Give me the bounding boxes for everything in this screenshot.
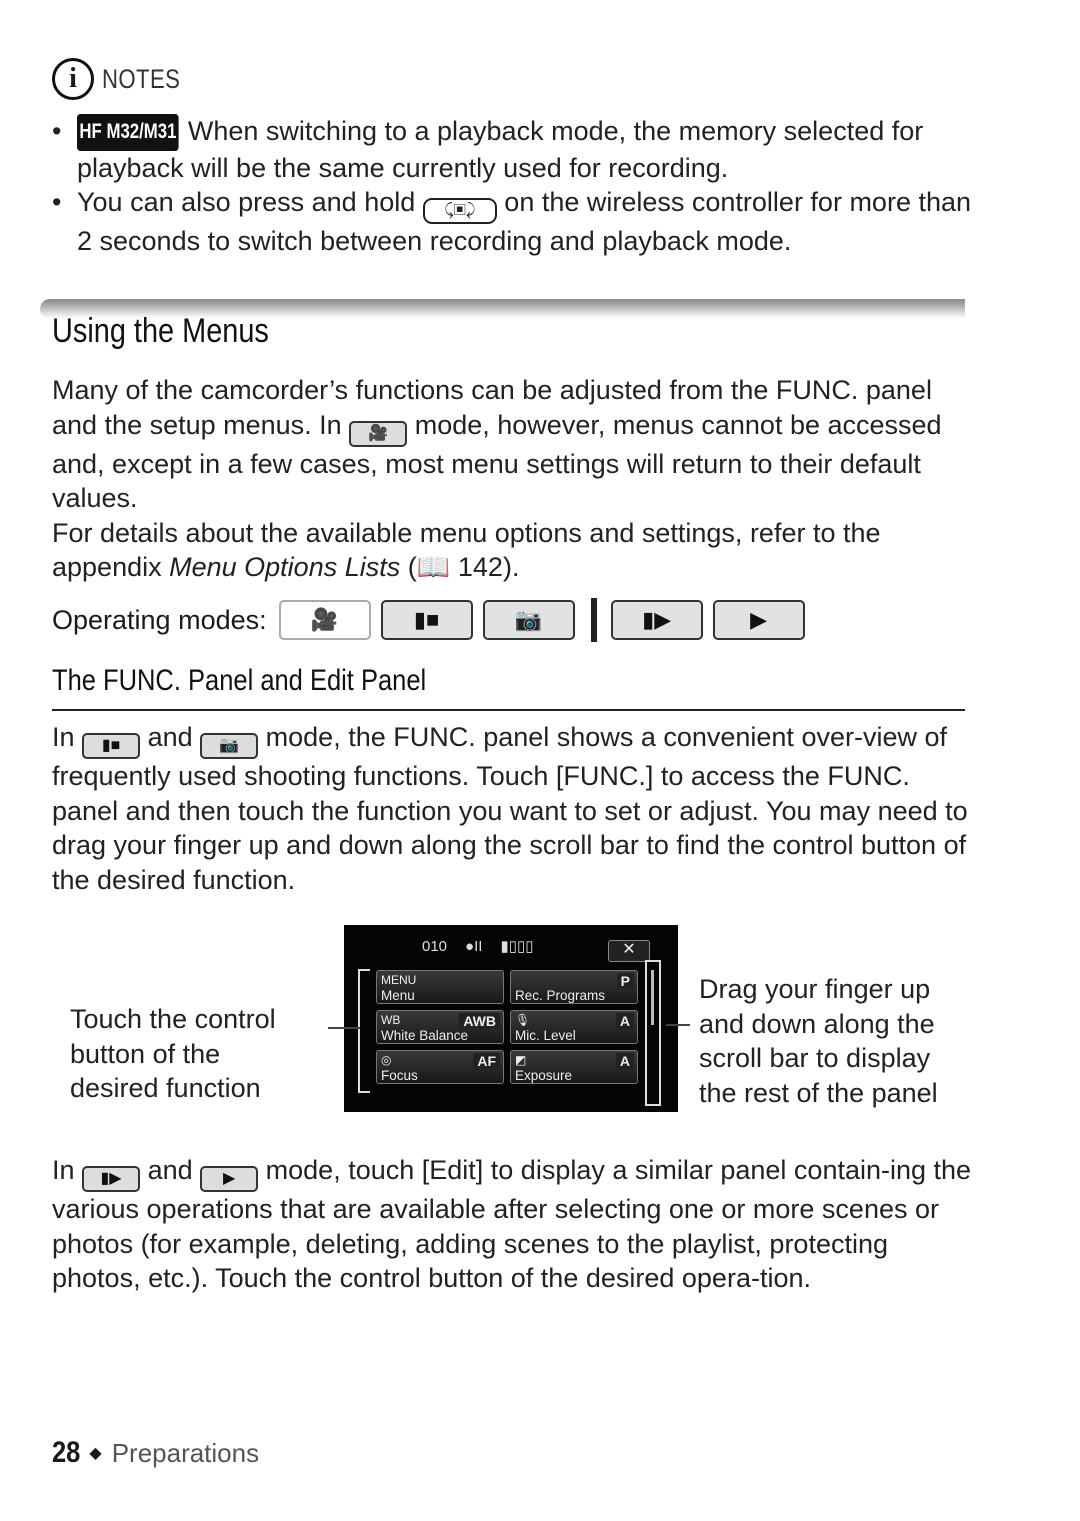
battery-icon: ▮▯▯▯ [500,938,534,955]
callout-left: Touch the control button of the desired … [70,1004,276,1103]
page-number: 28 [52,1436,81,1469]
notes-header: i NOTES [52,58,198,100]
subsection-title: The FUNC. Panel and Edit Panel [52,664,427,697]
record-playback-key-icon: ⤹▣⤸ [422,198,497,225]
func-button-rec-programs[interactable]: Rec. Programs P [510,970,638,1004]
note-item: • HF M32/M31 When switching to a playbac… [52,114,924,183]
smart-auto-mode-icon: 🎥 [278,600,371,640]
mode-separator [590,598,597,642]
model-badge: HF M32/M31 [77,114,179,151]
func-button-mic-level[interactable]: 🎙 Mic. Level A [510,1010,638,1044]
rec-pause-indicator: ●II [465,937,483,955]
callout-right: Drag your finger up and down along the s… [699,974,938,1108]
func-button-menu[interactable]: MENU Menu [376,970,504,1004]
subsection-rule [52,709,965,711]
func-button-white-balance[interactable]: WB White Balance AWB [376,1010,504,1044]
movie-playback-mode-icon: ▮▶ [82,1166,141,1193]
func-button-exposure[interactable]: ◩ Exposure A [510,1050,638,1084]
note-item: • You can also press and hold ⤹▣⤸ on the… [52,187,972,257]
func-panel-screenshot: 010 ●II ▮▯▯▯ ✕ MENU Menu Rec. Programs P W… [344,925,678,1112]
operating-modes: Operating modes: 🎥 ▮■ 📷 ▮▶ ▶ [52,598,815,642]
movie-record-mode-icon: ▮■ [82,733,141,760]
close-button[interactable]: ✕ [608,940,650,962]
reference-link[interactable]: Menu Options Lists [169,552,400,582]
status-bar: 010 ●II ▮▯▯▯ [422,937,534,956]
photo-playback-mode-icon: ▶ [200,1166,259,1193]
edit-paragraph: In ▮▶ and ▶ mode, touch [Edit] to displa… [52,1155,972,1294]
movie-record-mode-icon: ▮■ [380,600,473,640]
button-bracket [358,969,370,1093]
notes-label: NOTES [102,63,181,94]
diamond-icon: ◆ [89,1445,102,1462]
page-footer: 28 ◆ Preparations [52,1436,259,1470]
func-paragraph: In ▮■ and 📷 mode, the FUNC. panel shows … [52,722,968,895]
movie-playback-mode-icon: ▮▶ [610,600,703,640]
callout-line-left [328,1027,360,1029]
scroll-bar[interactable] [645,960,661,1106]
func-button-focus[interactable]: ◎ Focus AF [376,1050,504,1084]
photo-playback-mode-icon: ▶ [712,600,805,640]
smart-auto-mode-icon: 🎥 [349,420,408,447]
info-icon: i [52,58,94,100]
intro-paragraph: Many of the camcorder’s functions can be… [52,375,942,583]
book-icon: 📖 [416,552,451,583]
section-title: Using the Menus [52,312,269,350]
movie-counter: 010 [422,937,448,955]
photo-record-mode-icon: 📷 [200,733,259,760]
chapter-name: Preparations [111,1437,260,1468]
notes-list: • HF M32/M31 When switching to a playbac… [52,114,972,259]
photo-record-mode-icon: 📷 [482,600,575,640]
callout-line-right [666,1024,690,1026]
